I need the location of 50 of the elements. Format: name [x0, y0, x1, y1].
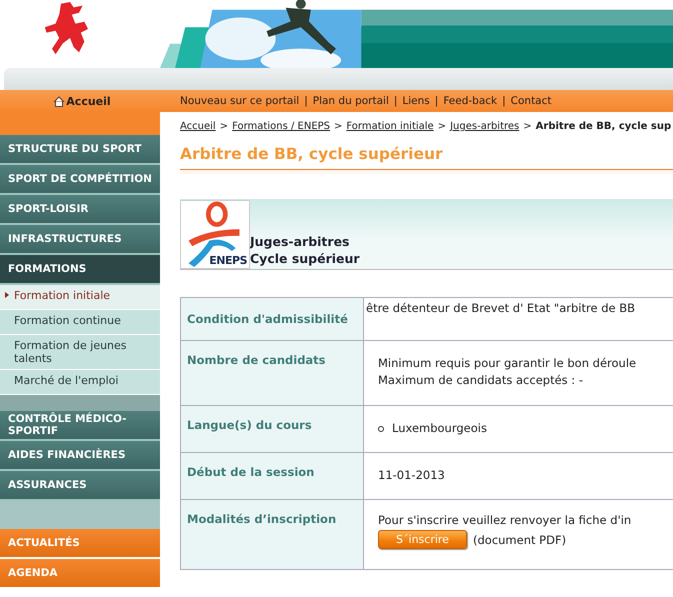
home-link[interactable]: Accueil — [53, 94, 111, 108]
eneps-logo: ENEPS — [180, 200, 250, 269]
top-nav-link[interactable]: Nouveau sur ce portail — [180, 95, 300, 107]
row-label: Nombre de candidats — [180, 340, 364, 406]
table-cell-text: être détenteur de Brevet d' Etat "arbitre de BB — [366, 300, 636, 317]
breadcrumb-separator: > — [523, 121, 532, 132]
sidebar-subitem[interactable]: Marché de l'emploi — [0, 370, 160, 395]
separator: | — [304, 95, 308, 107]
table-cell-text: Luxembourgeois — [392, 420, 487, 437]
row-label: Langue(s) du cours — [180, 406, 364, 452]
document-note: (document PDF) — [473, 532, 566, 546]
row-label: Début de la session — [180, 452, 364, 500]
sidebar-item[interactable]: SPORT DE COMPÉTITION — [0, 165, 160, 195]
top-nav-link[interactable]: Plan du portail — [312, 95, 389, 107]
breadcrumb-separator: > — [334, 121, 342, 132]
home-icon — [53, 96, 66, 106]
breadcrumb-separator: > — [438, 121, 446, 132]
table-cell-text: 11-01-2013 — [378, 467, 446, 484]
sidebar-subitem[interactable]: Formation initiale — [0, 285, 160, 310]
table-cell-text: Maximum de candidats acceptés : - — [378, 372, 584, 389]
top-nav-link[interactable]: Feed-back — [443, 95, 498, 107]
home-label: Accueil — [66, 94, 111, 108]
table-cell-text: Pour s'inscrire veuillez renvoyer la fiche d'in — [378, 512, 632, 529]
table-cell-text: Minimum requis pour garantir le bon déroule — [378, 355, 638, 372]
separator: | — [502, 95, 506, 107]
sidebar-item[interactable]: FORMATIONS — [0, 255, 160, 285]
course-heading: Cycle supérieur — [250, 250, 360, 267]
list-bullet-icon — [378, 426, 384, 432]
course-heading: Juges-arbitres — [250, 233, 350, 250]
sidebar-item[interactable]: STRUCTURE DU SPORT — [0, 135, 160, 165]
row-label: Condition d'admissibilité — [180, 298, 364, 340]
separator: | — [394, 95, 398, 107]
row-label: Modalités d’inscription — [180, 500, 364, 570]
breadcrumb-link[interactable]: Juges-arbitres — [450, 121, 520, 132]
sidebar-subitem[interactable]: Formation continue — [0, 310, 160, 335]
sidebar-item[interactable]: ASSURANCES — [0, 471, 160, 501]
sidebar-item[interactable]: AIDES FINANCIÈRES — [0, 441, 160, 471]
top-nav-link[interactable]: Contact — [510, 95, 552, 107]
breadcrumb-separator: > — [220, 121, 228, 132]
page-title: Arbitre de BB, cycle supérieur — [180, 145, 444, 163]
sidebar-item[interactable]: INFRASTRUCTURES — [0, 225, 160, 255]
breadcrumb-link[interactable]: Formations / ENEPS — [232, 121, 330, 132]
top-nav-link[interactable]: Liens — [402, 95, 430, 107]
breadcrumb-current: Arbitre de BB, cycle sup — [536, 121, 672, 132]
sidebar-item[interactable]: SPORT-LOISIR — [0, 195, 160, 225]
sidebar-subitem[interactable]: Formation de jeunes talents — [0, 335, 160, 370]
sidebar-item[interactable]: CONTRÔLE MÉDICO-SPORTIF — [0, 411, 160, 441]
breadcrumb-link[interactable]: Accueil — [180, 121, 216, 132]
breadcrumb-link[interactable]: Formation initiale — [346, 121, 434, 132]
separator: | — [434, 95, 438, 107]
